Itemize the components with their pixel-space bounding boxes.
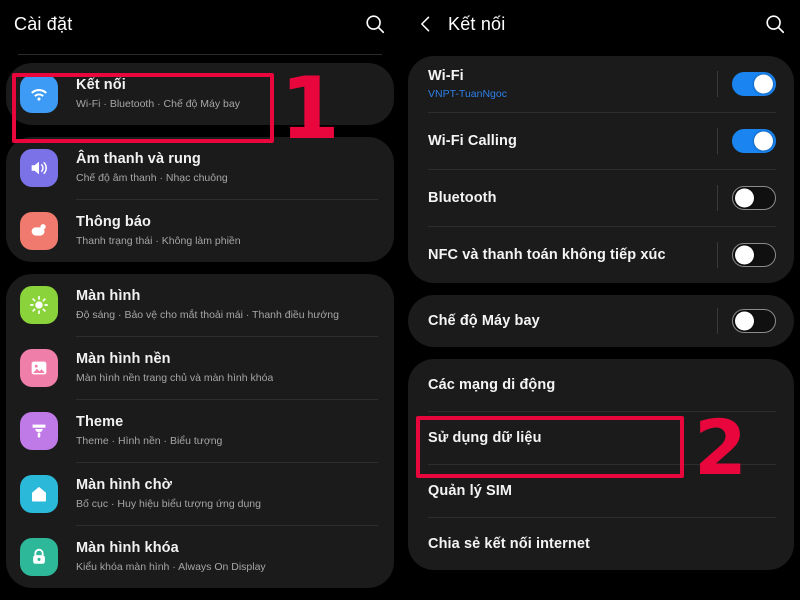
connections-group-1: Wi-Fi VNPT-TuanNgoc Wi-Fi Calling Blueto… [408,56,794,283]
sidebar-item-texts: Âm thanh và rung Chế độ âm thanh · Nhạc … [76,151,228,185]
row-title: Bluetooth [428,190,497,206]
row-airplane-texts: Chế độ Máy bay [428,312,717,330]
row-title: NFC và thanh toán không tiếp xúc [428,247,666,263]
bluetooth-toggle[interactable] [732,186,776,210]
sidebar-item-man-hinh-nen[interactable]: Màn hình nền Màn hình nền trang chủ và m… [6,337,394,399]
row-wifi[interactable]: Wi-Fi VNPT-TuanNgoc [408,56,794,112]
row-title: Sử dụng dữ liệu [428,430,542,446]
sidebar-item-title: Màn hình [76,288,141,304]
sidebar-item-theme[interactable]: Theme Theme · Hình nền · Biểu tượng [6,400,394,462]
notification-icon [20,212,58,250]
row-mobile-networks[interactable]: Các mạng di động [408,359,794,411]
sidebar-item-man-hinh-khoa[interactable]: Màn hình khóa Kiểu khóa màn hình · Alway… [6,526,394,588]
settings-groups: Kết nối Wi-Fi · Bluetooth · Chế độ Máy b… [0,55,400,588]
sidebar-item-subtitle: Bố cục · Huy hiệu biểu tượng ứng dụng [76,498,261,510]
toggle-knob [735,188,754,208]
wifi-toggle[interactable] [732,72,776,96]
row-separator [717,128,718,154]
sidebar-item-subtitle: Theme · Hình nền · Biểu tượng [76,435,223,447]
sidebar-item-texts: Màn hình Độ sáng · Bảo vệ cho mắt thoải … [76,288,339,322]
sidebar-item-title: Kết nối [76,77,126,93]
sidebar-item-thong-bao[interactable]: Thông báo Thanh trạng thái · Không làm p… [6,200,394,262]
search-icon[interactable] [364,13,386,35]
toggle-knob [735,245,754,265]
row-title: Quản lý SIM [428,483,513,499]
row-wifi-calling[interactable]: Wi-Fi Calling [408,113,794,169]
sidebar-item-texts: Thông báo Thanh trạng thái · Không làm p… [76,214,241,248]
wallpaper-icon [20,349,58,387]
sidebar-item-texts: Kết nối Wi-Fi · Bluetooth · Chế độ Máy b… [76,77,240,111]
sidebar-item-title: Âm thanh và rung [76,151,201,167]
row-nfc-texts: NFC và thanh toán không tiếp xúc [428,246,717,264]
row-title: Chế độ Máy bay [428,313,540,329]
sidebar-item-subtitle: Chế độ âm thanh · Nhạc chuông [76,172,228,184]
settings-group-3: Màn hình Độ sáng · Bảo vệ cho mắt thoải … [6,274,394,588]
row-subtitle: VNPT-TuanNgoc [428,88,507,100]
row-bluetooth[interactable]: Bluetooth [408,170,794,226]
sidebar-item-subtitle: Màn hình nền trang chủ và màn hình khóa [76,372,274,384]
brightness-icon [20,286,58,324]
row-separator [717,308,718,334]
screenshot-root: Cài đặt Kết nối Wi-Fi · Bluetooth · Chế … [0,0,800,600]
row-airplane-mode[interactable]: Chế độ Máy bay [408,295,794,347]
row-title: Các mạng di động [428,377,556,393]
speaker-icon [20,149,58,187]
sidebar-item-title: Thông báo [76,214,151,230]
row-bluetooth-texts: Bluetooth [428,189,717,207]
sidebar-item-title: Màn hình chờ [76,477,173,493]
nfc-toggle[interactable] [732,243,776,267]
row-wifi-calling-texts: Wi-Fi Calling [428,132,717,150]
connections-panel: Kết nối Wi-Fi VNPT-TuanNgoc Wi-Fi Callin… [400,0,800,600]
row-title: Wi-Fi Calling [428,133,517,149]
row-separator [717,242,718,268]
wifi-calling-toggle[interactable] [732,129,776,153]
row-title: Wi-Fi [428,68,464,84]
sidebar-item-subtitle: Thanh trạng thái · Không làm phiền [76,235,241,247]
row-wifi-texts: Wi-Fi VNPT-TuanNgoc [428,67,717,101]
sidebar-item-title: Màn hình khóa [76,540,179,556]
toggle-knob [754,131,773,151]
settings-appbar: Cài đặt [0,0,400,48]
row-separator [717,71,718,97]
toggle-knob [754,74,773,94]
sidebar-item-subtitle: Kiểu khóa màn hình · Always On Display [76,561,266,573]
sidebar-item-subtitle: Độ sáng · Bảo vệ cho mắt thoải mái · Tha… [76,309,339,321]
sidebar-item-subtitle: Wi-Fi · Bluetooth · Chế độ Máy bay [76,98,240,110]
connections-group-3: Các mạng di động Sử dụng dữ liệu Quản lý… [408,359,794,570]
chevron-left-icon[interactable] [416,14,436,34]
sidebar-item-am-thanh-va-rung[interactable]: Âm thanh và rung Chế độ âm thanh · Nhạc … [6,137,394,199]
connections-appbar: Kết nối [402,0,800,48]
row-sim-manager[interactable]: Quản lý SIM [408,465,794,517]
connections-groups: Wi-Fi VNPT-TuanNgoc Wi-Fi Calling Blueto… [402,48,800,570]
airplane-mode-toggle[interactable] [732,309,776,333]
sidebar-item-texts: Màn hình nền Màn hình nền trang chủ và m… [76,351,273,385]
sidebar-item-title: Theme [76,414,124,430]
sidebar-item-texts: Màn hình chờ Bố cục · Huy hiệu biểu tượn… [76,477,261,511]
toggle-knob [735,311,754,331]
row-title: Chia sẻ kết nối internet [428,536,590,552]
search-icon[interactable] [764,13,786,35]
connections-title: Kết nối [448,13,506,34]
row-separator [717,185,718,211]
sidebar-item-man-hinh-cho[interactable]: Màn hình chờ Bố cục · Huy hiệu biểu tượn… [6,463,394,525]
row-internet-sharing[interactable]: Chia sẻ kết nối internet [408,518,794,570]
sidebar-item-texts: Màn hình khóa Kiểu khóa màn hình · Alway… [76,540,266,574]
connections-group-2: Chế độ Máy bay [408,295,794,347]
sidebar-item-man-hinh[interactable]: Màn hình Độ sáng · Bảo vệ cho mắt thoải … [6,274,394,336]
lock-icon [20,538,58,576]
home-icon [20,475,58,513]
row-nfc[interactable]: NFC và thanh toán không tiếp xúc [408,227,794,283]
sidebar-item-title: Màn hình nền [76,351,171,367]
settings-panel: Cài đặt Kết nối Wi-Fi · Bluetooth · Chế … [0,0,400,600]
page-title: Cài đặt [14,13,73,34]
sidebar-item-texts: Theme Theme · Hình nền · Biểu tượng [76,414,222,448]
row-data-usage[interactable]: Sử dụng dữ liệu [408,412,794,464]
sidebar-item-ket-noi[interactable]: Kết nối Wi-Fi · Bluetooth · Chế độ Máy b… [6,63,394,125]
wifi-icon [20,75,58,113]
settings-group-1: Kết nối Wi-Fi · Bluetooth · Chế độ Máy b… [6,63,394,125]
paintbrush-icon [20,412,58,450]
settings-group-2: Âm thanh và rung Chế độ âm thanh · Nhạc … [6,137,394,262]
